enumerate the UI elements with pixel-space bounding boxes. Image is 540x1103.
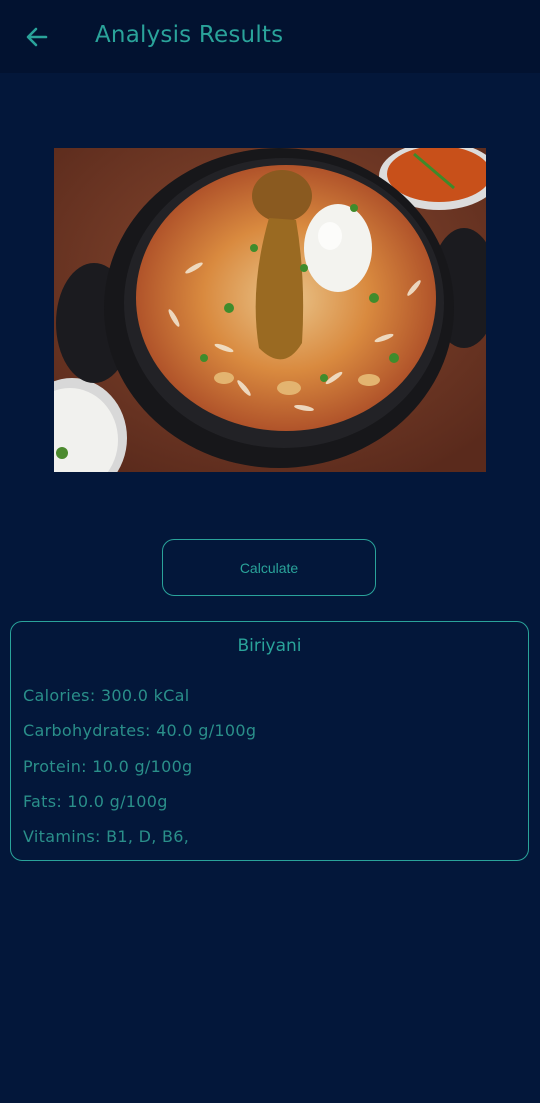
food-image bbox=[54, 148, 486, 472]
carbohydrates-text: Carbohydrates: 40.0 g/100g bbox=[23, 721, 257, 740]
vitamins-text: Vitamins: B1, D, B6, bbox=[23, 827, 190, 846]
back-button[interactable] bbox=[20, 20, 54, 54]
fats-text: Fats: 10.0 g/100g bbox=[23, 792, 168, 811]
protein-text: Protein: 10.0 g/100g bbox=[23, 757, 193, 776]
food-name: Biriyani bbox=[237, 636, 302, 656]
page-title: Analysis Results bbox=[95, 22, 284, 48]
arrow-left-icon bbox=[26, 27, 48, 47]
calculate-button[interactable]: Calculate bbox=[162, 539, 376, 596]
app-bar: Analysis Results bbox=[0, 0, 540, 73]
result-card: Biriyani Calories: 300.0 kCal Carbohydra… bbox=[10, 621, 529, 861]
calories-text: Calories: 300.0 kCal bbox=[23, 686, 190, 705]
